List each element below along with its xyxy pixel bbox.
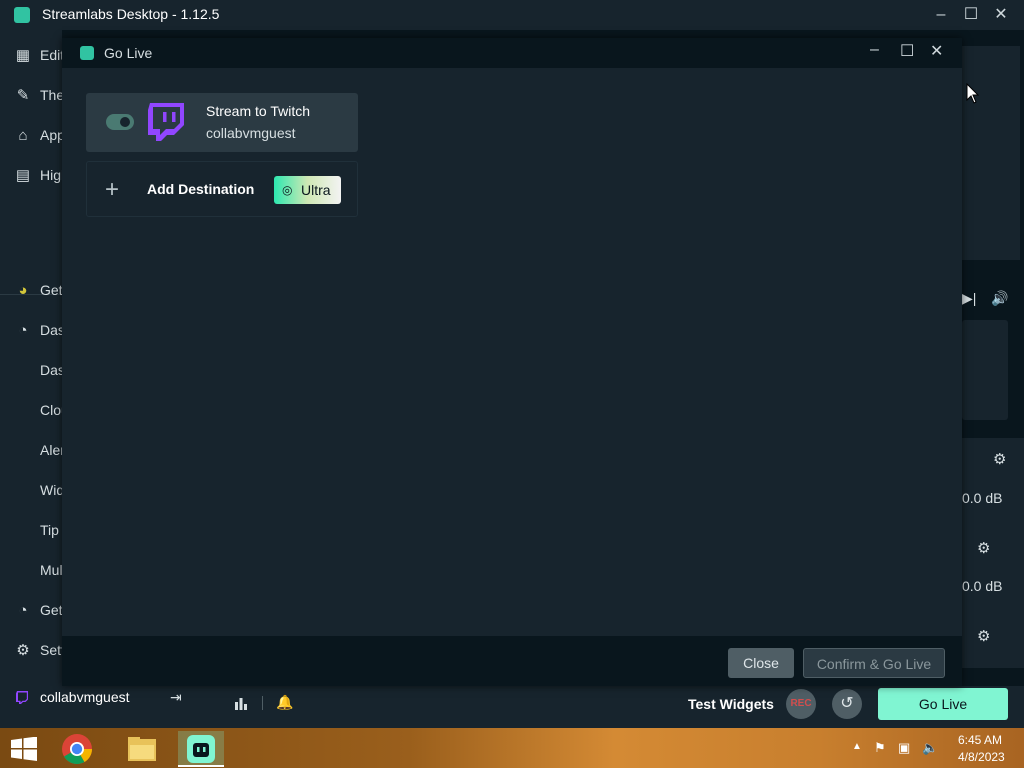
close-window-button[interactable]: ✕ bbox=[990, 4, 1012, 26]
window-title: Streamlabs Desktop - 1.12.5 bbox=[42, 6, 220, 22]
get-prime-icon: ◔ bbox=[18, 602, 28, 619]
mixer-db-1: 0.0 dB bbox=[962, 490, 1003, 506]
mixer-db-2: 0.0 dB bbox=[962, 578, 1003, 594]
sidebar-item-alert-box[interactable]: Alert Box bbox=[0, 430, 62, 470]
sidebar-item-dashboard-sub[interactable]: Dashboard bbox=[0, 350, 62, 390]
windows-start-icon[interactable] bbox=[10, 737, 38, 761]
get-started-icon: ◕ bbox=[18, 282, 28, 299]
ultra-badge[interactable]: ◎ Ultra bbox=[274, 176, 341, 204]
action-center-flag-icon[interactable]: ⚑ bbox=[874, 740, 886, 756]
sidebar-item-tip-page[interactable]: Tip Page bbox=[0, 510, 62, 550]
sidebar-item-label: Settings bbox=[40, 642, 62, 658]
replay-buffer-button[interactable]: ↺ bbox=[832, 689, 862, 719]
record-button[interactable]: REC bbox=[786, 689, 816, 719]
sidebar-item-themes[interactable]: ✎ Themes bbox=[0, 75, 62, 115]
app-store-icon: ⌂ bbox=[18, 127, 28, 144]
collapse-sidebar-icon[interactable]: ⇥ bbox=[170, 689, 182, 706]
plus-icon: + bbox=[105, 176, 120, 203]
skip-icon[interactable]: ▶| bbox=[962, 290, 976, 307]
source-panel bbox=[962, 320, 1008, 420]
sidebar-item-label: Dashboard bbox=[40, 362, 62, 378]
network-icon[interactable]: ▣ bbox=[898, 740, 910, 756]
sidebar-item-label: Alert Box bbox=[40, 442, 62, 458]
taskbar-file-explorer[interactable] bbox=[118, 731, 164, 767]
dashboard-icon: ◔ bbox=[18, 322, 28, 339]
sidebar-item-label: Cloudbot bbox=[40, 402, 62, 418]
sidebar-item-label: App Store bbox=[40, 127, 62, 143]
add-destination-label: Add Destination bbox=[147, 181, 255, 197]
streamlabs-logo-icon bbox=[14, 7, 30, 23]
maximize-button[interactable]: ☐ bbox=[960, 4, 982, 26]
sidebar: ▦ Editor ✎ Themes ⌂ App Store ▤ Highligh… bbox=[0, 30, 62, 728]
destination-title: Stream to Twitch bbox=[206, 103, 311, 119]
dialog-close-button[interactable]: ✕ bbox=[930, 41, 943, 61]
mixer-item-gear-icon[interactable]: ⚙ bbox=[977, 627, 990, 645]
clock-date[interactable]: 4/8/2023 bbox=[958, 750, 1005, 764]
highlighter-icon: ▤ bbox=[15, 167, 31, 184]
test-widgets-button[interactable]: Test Widgets bbox=[688, 696, 774, 712]
sidebar-item-settings[interactable]: ⚙ Settings bbox=[0, 630, 62, 670]
sidebar-item-label: Editor bbox=[40, 47, 62, 63]
mixer-item-gear-icon[interactable]: ⚙ bbox=[977, 539, 990, 557]
twitch-logo-icon bbox=[148, 103, 184, 141]
sidebar-item-get-prime[interactable]: ◔ Get bbox=[0, 590, 62, 630]
bottom-divider bbox=[262, 696, 263, 710]
sidebar-item-app-store[interactable]: ⌂ App Store bbox=[0, 115, 62, 155]
sidebar-item-dashboard[interactable]: ◔ Dashboard bbox=[0, 310, 62, 350]
settings-icon: ⚙ bbox=[16, 642, 30, 659]
stats-icon[interactable] bbox=[234, 696, 248, 710]
destination-toggle[interactable] bbox=[106, 114, 134, 130]
add-destination-row[interactable]: + Add Destination ◎ Ultra bbox=[86, 161, 358, 217]
sidebar-item-label: Themes bbox=[40, 87, 62, 103]
sidebar-item-label: Dashboard bbox=[40, 322, 62, 338]
dialog-titlebar bbox=[62, 38, 962, 68]
streamlabs-icon bbox=[187, 735, 215, 763]
sidebar-item-label: Get bbox=[40, 602, 62, 618]
sidebar-item-editor[interactable]: ▦ Editor bbox=[0, 35, 62, 75]
toggle-knob bbox=[120, 117, 130, 127]
sidebar-item-highlighter[interactable]: ▤ Highlighter bbox=[0, 155, 62, 195]
notification-bell-icon[interactable]: 🔔 bbox=[276, 694, 293, 710]
sidebar-item-cloudbot[interactable]: Cloudbot bbox=[0, 390, 62, 430]
tray-expand-icon[interactable]: ▲ bbox=[852, 741, 862, 752]
clock-time[interactable]: 6:45 AM bbox=[958, 733, 1002, 747]
mixer-gear-icon[interactable]: ⚙ bbox=[993, 450, 1006, 468]
bottom-bar bbox=[0, 686, 1024, 728]
volume-icon[interactable]: 🔊 bbox=[991, 290, 1008, 307]
destination-card: Stream to Twitch collabvmguest bbox=[86, 93, 358, 152]
close-button[interactable]: Close bbox=[728, 648, 794, 678]
sidebar-item-label: Widgets bbox=[40, 482, 62, 498]
folder-icon bbox=[128, 737, 156, 761]
sidebar-item-label: Highlighter bbox=[40, 167, 62, 183]
user-name[interactable]: collabvmguest bbox=[40, 689, 130, 705]
scene-preview-panel bbox=[962, 46, 1020, 260]
sidebar-item-label: Tip Page bbox=[40, 522, 62, 538]
ultra-icon: ◎ bbox=[282, 183, 293, 197]
destination-user: collabvmguest bbox=[206, 125, 296, 141]
sidebar-item-get-started[interactable]: ◕ Get bbox=[0, 270, 62, 310]
volume-muted-icon[interactable]: 🔈 bbox=[922, 740, 938, 756]
dialog-body bbox=[62, 68, 962, 636]
audio-mixer-panel bbox=[962, 438, 1024, 668]
taskbar-streamlabs[interactable] bbox=[178, 731, 224, 767]
taskbar-chrome[interactable] bbox=[54, 731, 100, 767]
streamlabs-logo-icon bbox=[80, 46, 94, 60]
twitch-icon bbox=[16, 691, 28, 704]
editor-icon: ▦ bbox=[15, 47, 31, 64]
chrome-icon bbox=[62, 734, 92, 765]
sidebar-item-label: Multistream bbox=[40, 562, 62, 578]
mouse-cursor-icon bbox=[966, 83, 980, 104]
minimize-button[interactable]: – bbox=[930, 4, 952, 26]
sidebar-item-widgets[interactable]: Widgets bbox=[0, 470, 62, 510]
dialog-maximize-button[interactable]: ☐ bbox=[900, 41, 914, 61]
sidebar-item-label: Get bbox=[40, 282, 62, 298]
themes-icon: ✎ bbox=[16, 87, 30, 104]
dialog-minimize-button[interactable]: – bbox=[870, 41, 879, 59]
sidebar-item-multistream[interactable]: Multistream bbox=[0, 550, 62, 590]
dialog-title: Go Live bbox=[104, 45, 153, 61]
ultra-label: Ultra bbox=[301, 182, 331, 198]
go-live-button[interactable]: Go Live bbox=[878, 688, 1008, 720]
confirm-go-live-button[interactable]: Confirm & Go Live bbox=[803, 648, 945, 678]
go-live-dialog: Go Live – ☐ ✕ Stream to Twitch collabvmg… bbox=[62, 38, 962, 686]
